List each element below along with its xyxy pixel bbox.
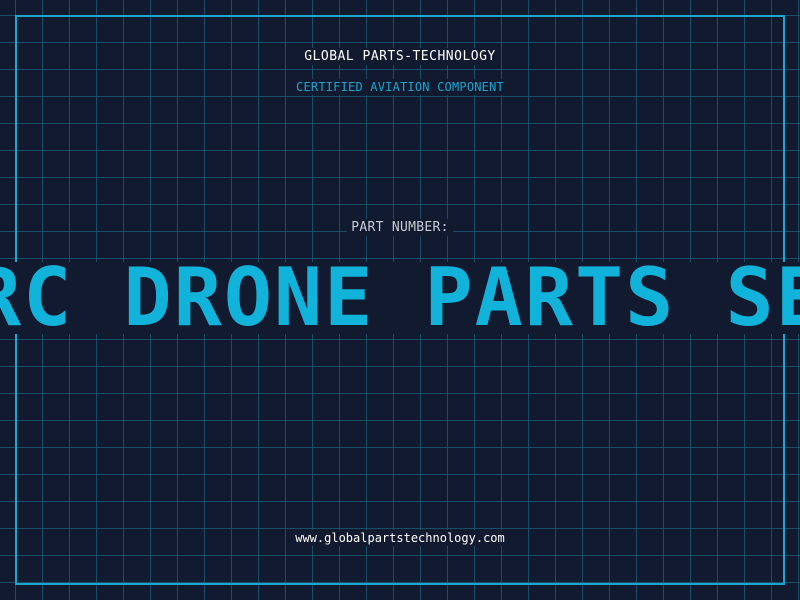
part-number-label-text: PART NUMBER: — [347, 219, 453, 236]
certification-subtitle-text: CERTIFIED AVIATION COMPONENT — [292, 79, 508, 95]
part-number-value: RC DRONE PARTS SET — [0, 260, 800, 336]
website-link[interactable]: www.globalpartstechnology.com — [0, 530, 800, 546]
company-name: GLOBAL PARTS-TECHNOLOGY — [0, 48, 800, 65]
company-name-text: GLOBAL PARTS-TECHNOLOGY — [300, 48, 500, 65]
part-number-label: PART NUMBER: — [0, 219, 800, 236]
part-number-value-text: RC DRONE PARTS SET — [0, 260, 800, 336]
certification-subtitle: CERTIFIED AVIATION COMPONENT — [0, 79, 800, 95]
website-link-text[interactable]: www.globalpartstechnology.com — [291, 530, 509, 546]
certificate-card: GLOBAL PARTS-TECHNOLOGY CERTIFIED AVIATI… — [0, 0, 800, 600]
